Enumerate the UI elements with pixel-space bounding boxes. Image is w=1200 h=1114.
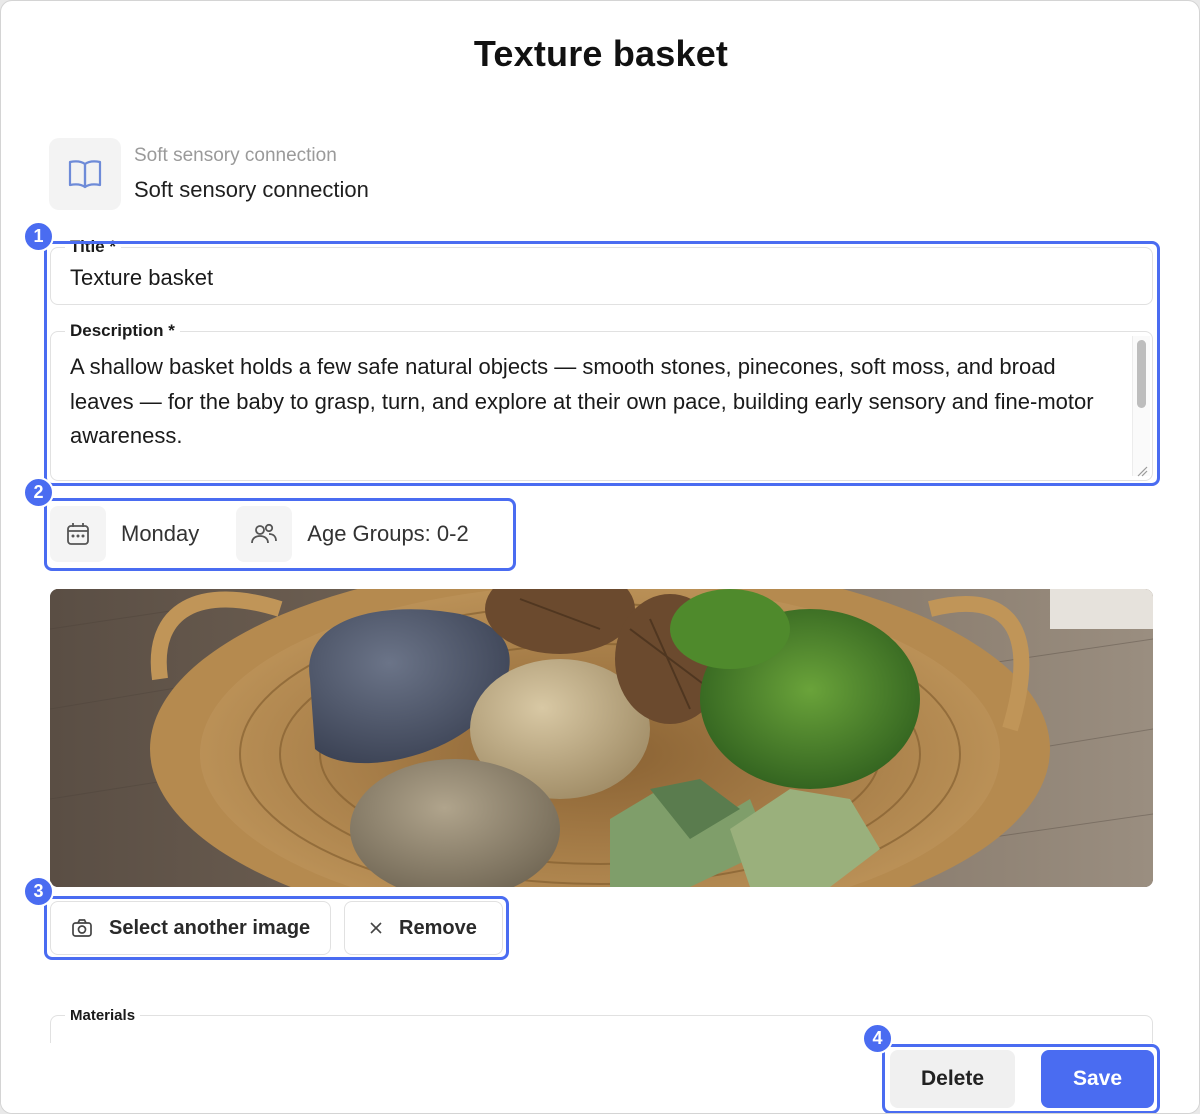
basket-photo [50, 589, 1153, 887]
annotation-badge-2: 2 [23, 477, 54, 508]
description-textarea[interactable]: A shallow basket holds a few safe natura… [70, 350, 1120, 454]
annotation-badge-3: 3 [23, 876, 54, 907]
category-name: Soft sensory connection [134, 177, 369, 202]
title-label: Title * [65, 237, 121, 257]
users-icon[interactable] [236, 506, 293, 562]
activity-image [50, 589, 1153, 887]
save-button[interactable]: Save [1041, 1050, 1154, 1108]
resize-handle-icon[interactable] [1136, 465, 1148, 477]
title-input[interactable]: Texture basket [70, 265, 213, 291]
select-image-label: Select another image [109, 916, 311, 939]
delete-button[interactable]: Delete [890, 1050, 1015, 1108]
book-open-icon [49, 138, 121, 210]
description-label: Description * [65, 321, 180, 341]
select-another-image-button[interactable]: Select another image [50, 901, 331, 955]
remove-image-button[interactable]: Remove [344, 901, 503, 955]
category-header: Soft sensory connection Soft sensory con… [49, 138, 369, 210]
category-text: Soft sensory connection Soft sensory con… [134, 145, 369, 203]
materials-label: Materials [65, 1007, 141, 1024]
day-value[interactable]: Monday [121, 521, 199, 547]
description-field[interactable]: Description * A shallow basket holds a f… [50, 321, 1153, 481]
meta-row: Monday Age Groups: 0-2 [50, 504, 506, 564]
edit-activity-modal: Texture basket Soft sensory connection S… [0, 0, 1200, 1114]
annotation-badge-1: 1 [23, 221, 54, 252]
modal-title: Texture basket [473, 33, 729, 74]
description-scrollbar[interactable] [1132, 336, 1150, 476]
remove-label: Remove [399, 916, 477, 939]
title-field[interactable]: Title * Texture basket [50, 237, 1153, 305]
age-groups-value[interactable]: Age Groups: 0-2 [307, 521, 468, 547]
footer-area [1, 1043, 1199, 1113]
scrollbar-thumb[interactable] [1137, 340, 1146, 408]
category-subtitle: Soft sensory connection [134, 145, 337, 166]
camera-icon [72, 919, 92, 937]
annotation-badge-4: 4 [862, 1023, 893, 1054]
close-icon [370, 922, 382, 934]
calendar-icon[interactable] [50, 506, 106, 562]
